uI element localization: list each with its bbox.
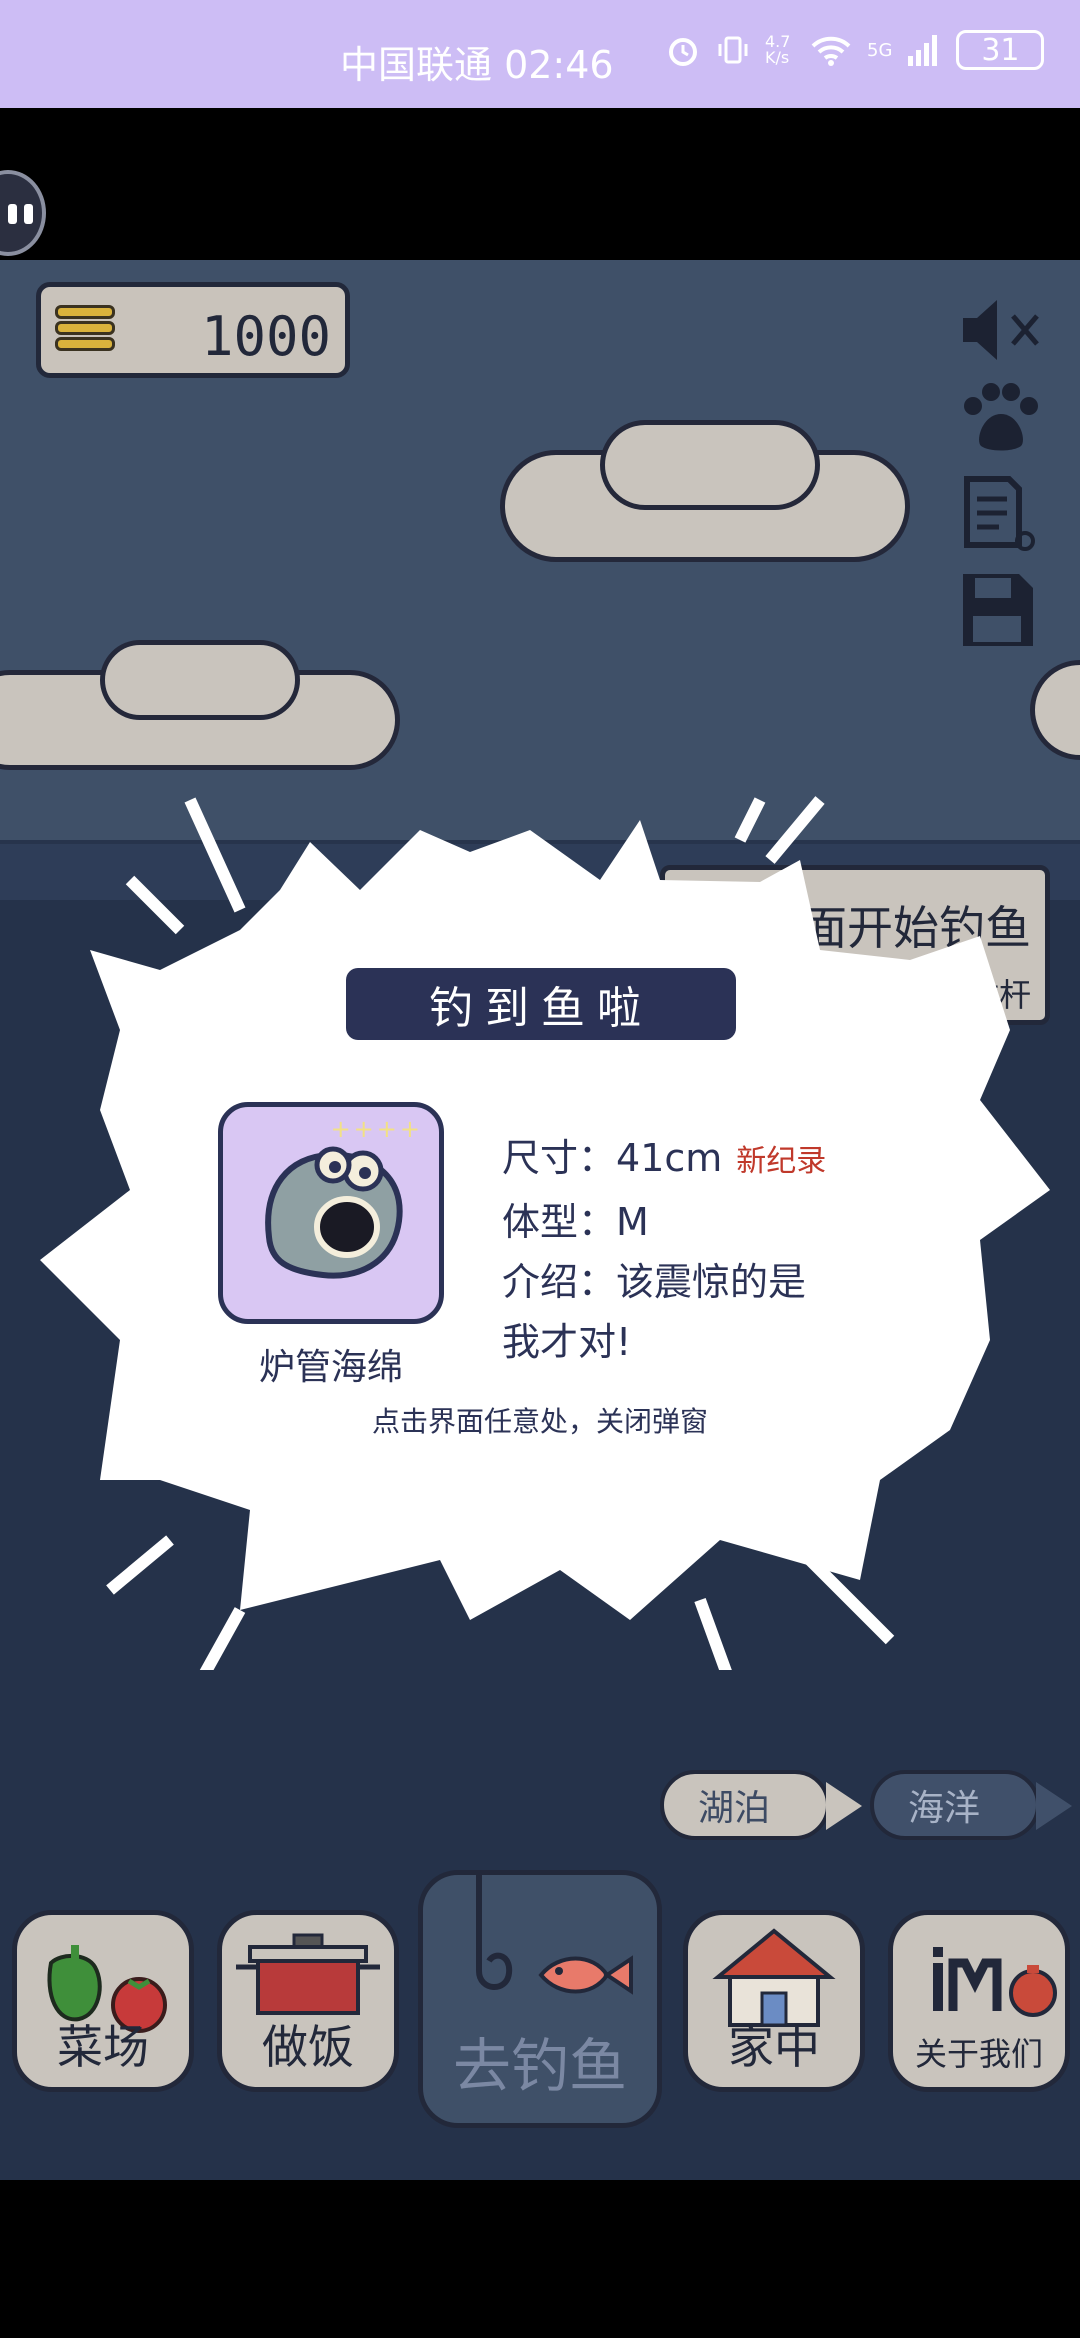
new-record-badge: 新纪录 [736,1144,827,1179]
intro-label: 介绍： [502,1260,617,1304]
body-row: 体型：M [502,1192,882,1252]
body-label: 体型： [502,1200,617,1244]
size-value: 41cm [616,1136,723,1180]
app-bottom-band [0,2180,1080,2338]
close-hint: 点击界面任意处，关闭弹窗 [371,1405,708,1438]
size-row: 尺寸：41cm 新纪录 [502,1128,882,1192]
fish-info: 尺寸：41cm 新纪录 体型：M 介绍：该震惊的是 我才对! [502,1128,882,1372]
fish-card: ++++ [218,1102,444,1324]
catch-popup[interactable]: 钓到鱼啦 ++++ 炉管海绵 尺寸：41cm 新纪录 体型：M 介绍：该震惊的是 … [0,0,1080,2338]
size-label: 尺寸： [502,1136,617,1180]
fish-sprite-icon [265,1146,403,1279]
intro-row: 介绍：该震惊的是 [502,1252,882,1312]
fish-name: 炉管海绵 [258,1347,403,1388]
popup-title: 钓到鱼啦 [346,968,736,1040]
intro-line-1: 该震惊的是 [616,1260,807,1304]
intro-line-2: 我才对! [502,1320,632,1364]
body-value: M [616,1200,649,1244]
intro-row-2: 我才对! [502,1312,882,1372]
